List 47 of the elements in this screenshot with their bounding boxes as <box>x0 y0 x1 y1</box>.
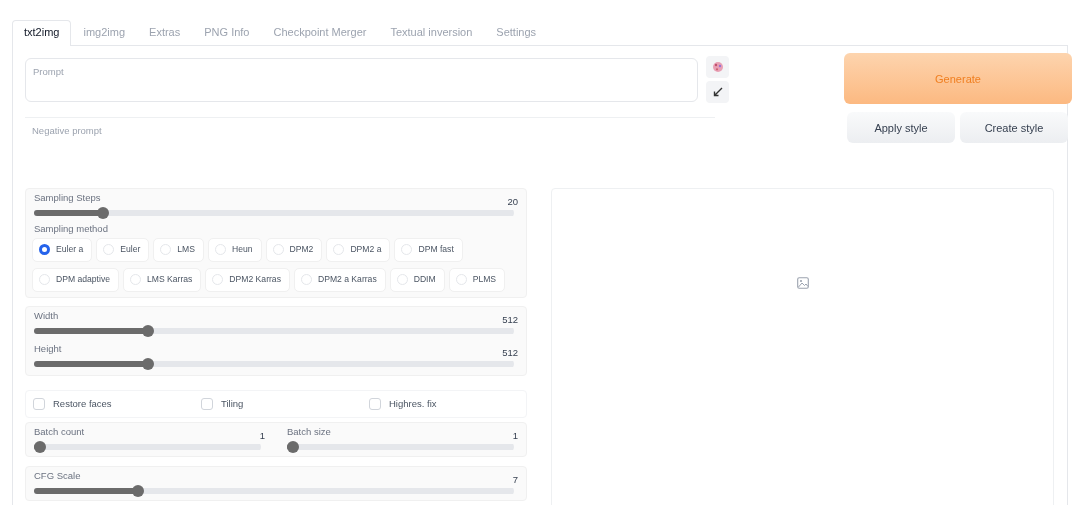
radio-option[interactable]: DPM2 a <box>326 237 391 262</box>
checkbox[interactable] <box>33 397 45 410</box>
radio-button[interactable] <box>39 244 50 256</box>
radio-option[interactable]: PLMS <box>448 267 506 292</box>
slider-thumb[interactable] <box>141 324 154 337</box>
palette-icon <box>711 61 724 73</box>
slider-label: Batch size <box>287 425 331 437</box>
slider-label: Sampling Steps <box>34 192 101 204</box>
radio-option[interactable]: DDIM <box>389 267 445 292</box>
radio-option[interactable]: DPM fast <box>394 237 463 262</box>
slider-thumb[interactable] <box>141 357 154 370</box>
style-button[interactable]: Create style <box>960 112 1068 143</box>
radio-option[interactable]: DPM2 Karras <box>205 267 290 292</box>
slider-thumb[interactable] <box>132 484 145 497</box>
slider-value: 7 <box>512 473 518 485</box>
slider-label: Batch count <box>34 425 85 437</box>
style-button[interactable]: Apply style <box>847 112 955 143</box>
image-icon <box>796 277 809 290</box>
checkbox-option[interactable]: Restore faces <box>33 397 201 410</box>
radio-option[interactable]: Euler a <box>32 237 93 262</box>
checkbox[interactable] <box>369 397 381 410</box>
radio-option[interactable]: Euler <box>96 237 150 262</box>
radio-option[interactable]: LMS <box>153 237 204 262</box>
slider-label: CFG Scale <box>34 469 81 481</box>
slider-value: 512 <box>502 313 518 325</box>
tab[interactable]: txt2img <box>12 20 72 46</box>
slider-label: Height <box>34 342 62 354</box>
slider-label: Width <box>34 309 59 321</box>
slider-thumb[interactable] <box>287 440 299 453</box>
slider-value: 1 <box>512 429 518 441</box>
radio-option[interactable]: LMS Karras <box>123 267 202 292</box>
slider-value: 512 <box>502 346 518 358</box>
slider-value: 1 <box>259 429 265 441</box>
radio-option[interactable]: DPM adaptive <box>32 267 119 292</box>
arrow-button[interactable] <box>706 81 729 103</box>
prompt-field[interactable]: Prompt <box>25 58 698 102</box>
radio-option[interactable]: Heun <box>207 237 262 262</box>
slider-value: 20 <box>507 196 518 208</box>
arrow-icon <box>712 87 723 97</box>
checkbox[interactable] <box>201 397 213 410</box>
slider-thumb[interactable] <box>97 207 110 220</box>
slider-thumb[interactable] <box>34 440 46 453</box>
sampling-method-label: Sampling method <box>33 223 109 235</box>
radio-option[interactable]: DPM2 a Karras <box>293 267 386 292</box>
radio-option[interactable]: DPM2 <box>265 237 323 262</box>
checkbox-option[interactable]: Highres. fix <box>369 397 519 410</box>
checkbox-option[interactable]: Tiling <box>201 397 369 410</box>
